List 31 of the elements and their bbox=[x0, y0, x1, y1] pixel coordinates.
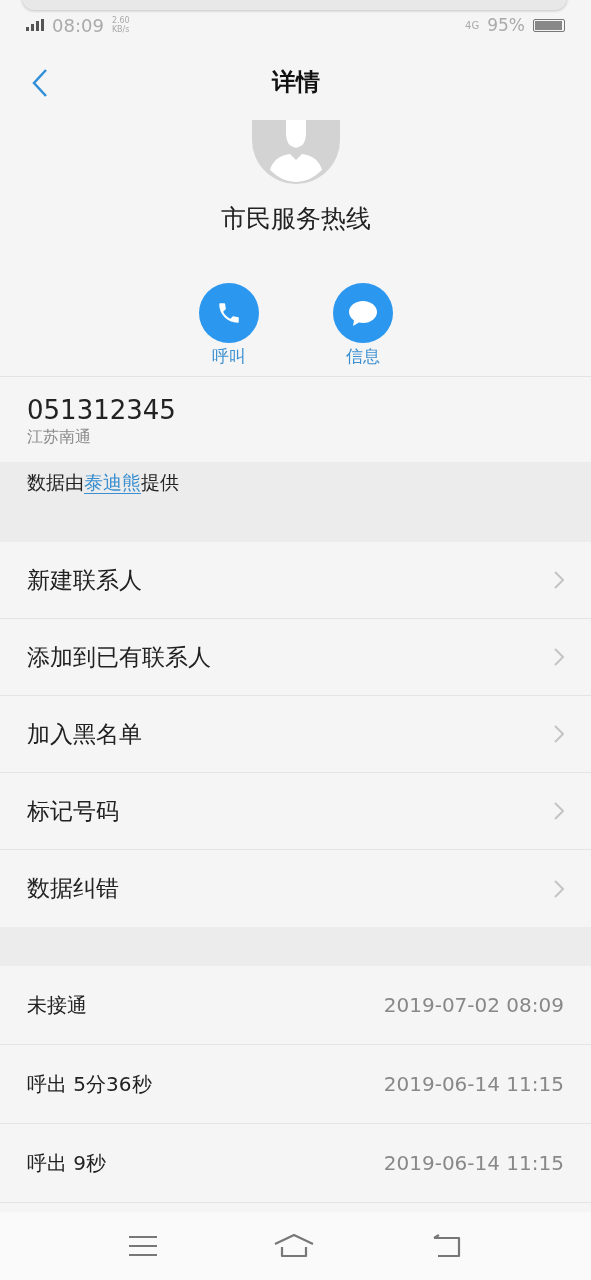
call-time: 2019-06-14 11:15 bbox=[383, 1151, 564, 1175]
menu-icon[interactable] bbox=[128, 1235, 157, 1257]
chevron-icon bbox=[554, 725, 564, 743]
call-log-row[interactable]: 未接通 2019-07-02 08:09 bbox=[0, 966, 591, 1045]
home-icon[interactable] bbox=[274, 1234, 315, 1258]
battery-percent: 95% bbox=[487, 15, 525, 35]
call-type: 呼出 5分36秒 bbox=[27, 1070, 152, 1098]
data-source-text: 数据由泰迪熊提供 bbox=[27, 471, 179, 494]
back-nav-icon[interactable] bbox=[432, 1234, 463, 1258]
number-location: 江苏南通 bbox=[27, 427, 92, 448]
call-log-row[interactable]: 呼出 9秒 2019-06-14 11:15 bbox=[0, 1124, 591, 1203]
signal-icon bbox=[26, 19, 44, 31]
call-time: 2019-06-14 11:15 bbox=[383, 1072, 564, 1096]
status-time: 08:09 bbox=[52, 14, 104, 36]
page-title: 详情 bbox=[271, 67, 320, 98]
network-type: 4G bbox=[465, 19, 480, 31]
chat-bubble-icon bbox=[346, 299, 379, 327]
avatar-icon bbox=[251, 120, 340, 184]
chevron-icon bbox=[554, 879, 564, 898]
chevron-icon bbox=[554, 648, 564, 666]
battery-icon bbox=[533, 18, 565, 32]
call-type: 未接通 bbox=[27, 991, 87, 1019]
call-type: 呼出 9秒 bbox=[27, 1149, 107, 1177]
phone-number: 051312345 bbox=[27, 395, 177, 425]
back-icon[interactable] bbox=[32, 68, 48, 98]
chevron-icon bbox=[554, 802, 564, 820]
contact-name: 市民服务热线 bbox=[220, 203, 371, 235]
network-speed: 2.60 KB/s bbox=[111, 16, 130, 34]
call-time: 2019-07-02 08:09 bbox=[383, 993, 564, 1017]
call-log-row[interactable]: 呼出 5分36秒 2019-06-14 11:15 bbox=[0, 1045, 591, 1124]
chevron-icon bbox=[554, 571, 564, 589]
